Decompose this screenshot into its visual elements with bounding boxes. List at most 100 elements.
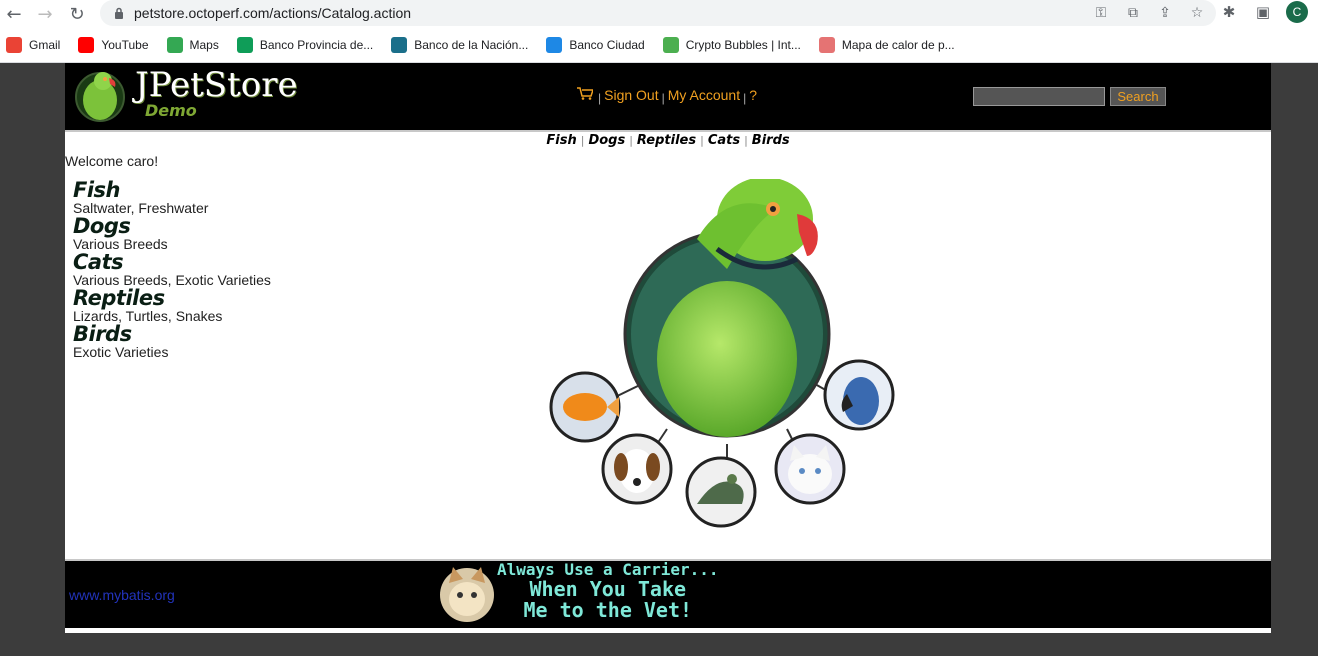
quicklink-separator: | bbox=[700, 134, 704, 147]
site-footer: www.mybatis.org Always Use a Carrier... … bbox=[65, 561, 1271, 628]
back-arrow-icon[interactable]: ← bbox=[3, 3, 25, 25]
bookmark-item[interactable]: Maps bbox=[166, 36, 219, 53]
cart-icon[interactable] bbox=[577, 87, 595, 103]
menu-separator: | bbox=[743, 91, 747, 105]
side-panel-icon[interactable]: ▣ bbox=[1252, 1, 1274, 23]
avatar[interactable]: C bbox=[1286, 1, 1308, 23]
banner-line-3: Me to the Vet! bbox=[523, 598, 693, 622]
category-description: Lizards, Turtles, Snakes bbox=[73, 308, 223, 324]
welcome-message: Welcome caro! bbox=[65, 153, 159, 169]
browser-toolbar: ← → ↻ petstore.octoperf.com/actions/Cata… bbox=[0, 0, 1318, 27]
site-header: JPetStore Demo | Sign Out | My Account |… bbox=[65, 63, 1271, 130]
quicklink-dogs[interactable]: Dogs bbox=[588, 133, 625, 148]
category-sidebar: Fish Saltwater, Freshwater Dogs Various Bre… bbox=[73, 179, 271, 359]
bookmark-item[interactable]: Gmail bbox=[6, 36, 61, 53]
category-description: Various Breeds bbox=[73, 236, 168, 252]
jpetstore-site: JPetStore Demo | Sign Out | My Account |… bbox=[65, 63, 1271, 633]
search-button[interactable]: Search bbox=[1110, 87, 1166, 106]
key-icon[interactable]: ⚿ bbox=[1092, 4, 1110, 22]
category-description: Saltwater, Freshwater bbox=[73, 200, 209, 216]
category-description: Various Breeds, Exotic Varieties bbox=[73, 272, 271, 288]
bookmark-label: Maps bbox=[189, 37, 219, 52]
menu-separator: | bbox=[661, 91, 665, 105]
heatmap-icon bbox=[818, 36, 835, 53]
vet-banner: Always Use a Carrier... When You Take Me… bbox=[439, 561, 719, 625]
bookmark-label: Crypto Bubbles | Int... bbox=[685, 37, 801, 52]
reload-icon[interactable]: ↻ bbox=[66, 3, 88, 25]
bookmark-item[interactable]: Crypto Bubbles | Int... bbox=[662, 36, 801, 53]
bookmark-label: YouTube bbox=[101, 37, 149, 52]
quicklink-cats[interactable]: Cats bbox=[708, 133, 740, 148]
toolbar-right: ✱ ▣ C bbox=[1218, 1, 1308, 23]
maps-icon bbox=[166, 36, 183, 53]
logo[interactable]: JPetStore Demo bbox=[73, 65, 298, 127]
category-link-cats[interactable]: Cats bbox=[73, 251, 271, 273]
header-menu: | Sign Out | My Account | ? bbox=[577, 87, 757, 105]
bookmark-item[interactable]: Banco Provincia de... bbox=[236, 36, 374, 53]
dog-thumbnail[interactable] bbox=[601, 433, 673, 505]
search-form: Search bbox=[973, 87, 1166, 106]
banner-text: Always Use a Carrier... When You Take Me… bbox=[497, 561, 719, 621]
category-link-birds[interactable]: Birds bbox=[73, 323, 271, 345]
bookmark-item[interactable]: Banco Ciudad bbox=[546, 36, 645, 53]
quicklink-separator: | bbox=[629, 134, 633, 147]
mybatis-link[interactable]: www.mybatis.org bbox=[69, 587, 175, 603]
gmail-icon bbox=[6, 36, 22, 53]
pets-splash-image[interactable] bbox=[547, 179, 907, 539]
bank-ciudad-icon bbox=[546, 36, 563, 53]
help-link[interactable]: ? bbox=[749, 87, 757, 103]
parrot-logo-icon bbox=[75, 72, 125, 122]
header-divider bbox=[65, 130, 1271, 132]
bookmark-label: Banco de la Nación... bbox=[414, 37, 529, 52]
cat-thumbnail[interactable] bbox=[774, 433, 846, 505]
my-account-link[interactable]: My Account bbox=[668, 87, 740, 103]
quicklink-fish[interactable]: Fish bbox=[546, 133, 576, 148]
extensions-icon[interactable]: ✱ bbox=[1218, 1, 1240, 23]
url-text[interactable]: petstore.octoperf.com/actions/Catalog.ac… bbox=[134, 5, 411, 21]
bird-thumbnail[interactable] bbox=[823, 359, 895, 431]
fish-thumbnail[interactable] bbox=[549, 371, 621, 443]
bookmark-label: Banco Provincia de... bbox=[259, 37, 374, 52]
quicklink-separator: | bbox=[744, 134, 748, 147]
forward-arrow-icon[interactable]: → bbox=[34, 3, 56, 25]
reptile-thumbnail[interactable] bbox=[685, 456, 757, 528]
kitten-image bbox=[440, 567, 494, 622]
bookmark-item[interactable]: Mapa de calor de p... bbox=[818, 36, 955, 53]
star-icon[interactable]: ☆ bbox=[1188, 4, 1206, 22]
category-link-dogs[interactable]: Dogs bbox=[73, 215, 271, 237]
bookmark-item[interactable]: Banco de la Nación... bbox=[391, 36, 529, 53]
crypto-bubbles-icon bbox=[662, 36, 679, 53]
category-link-reptiles[interactable]: Reptiles bbox=[73, 287, 271, 309]
category-item: Fish Saltwater, Freshwater bbox=[73, 179, 271, 215]
lock-icon[interactable] bbox=[112, 5, 126, 21]
category-item: Reptiles Lizards, Turtles, Snakes bbox=[73, 287, 271, 323]
address-bar[interactable]: petstore.octoperf.com/actions/Catalog.ac… bbox=[100, 0, 1216, 26]
bookmarks-bar: Gmail YouTube Maps Banco Provincia de... Ban… bbox=[0, 27, 1318, 63]
bookmark-label: Mapa de calor de p... bbox=[841, 37, 955, 52]
bookmark-item[interactable]: YouTube bbox=[78, 36, 149, 53]
menu-separator: | bbox=[598, 91, 602, 105]
sign-out-link[interactable]: Sign Out bbox=[604, 87, 658, 103]
youtube-icon bbox=[78, 36, 95, 53]
banner-line-2: When You Take bbox=[529, 577, 687, 601]
search-input[interactable] bbox=[973, 87, 1105, 106]
share-icon[interactable]: ⇪ bbox=[1156, 4, 1174, 22]
omnibox-actions: ⚿ ⧉ ⇪ ☆ bbox=[1092, 4, 1206, 22]
category-item: Dogs Various Breeds bbox=[73, 215, 271, 251]
quicklink-separator: | bbox=[580, 134, 585, 147]
category-link-fish[interactable]: Fish bbox=[73, 179, 271, 201]
category-item: Cats Various Breeds, Exotic Varieties bbox=[73, 251, 271, 287]
quicklink-birds[interactable]: Birds bbox=[752, 133, 790, 148]
bookmark-label: Banco Ciudad bbox=[569, 37, 645, 52]
category-description: Exotic Varieties bbox=[73, 344, 169, 360]
translate-icon[interactable]: ⧉ bbox=[1124, 4, 1142, 22]
logo-title: JPetStore bbox=[135, 65, 298, 105]
quicklink-reptiles[interactable]: Reptiles bbox=[637, 133, 696, 148]
quick-links: Fish | Dogs | Reptiles | Cats | Birds bbox=[65, 133, 1271, 148]
page-viewport: JPetStore Demo | Sign Out | My Account |… bbox=[0, 63, 1318, 656]
bank-nacion-icon bbox=[391, 36, 408, 53]
logo-subtitle: Demo bbox=[145, 101, 197, 120]
category-item: Birds Exotic Varieties bbox=[73, 323, 271, 359]
bookmark-label: Gmail bbox=[29, 37, 61, 52]
bank-provincia-icon bbox=[236, 36, 253, 53]
